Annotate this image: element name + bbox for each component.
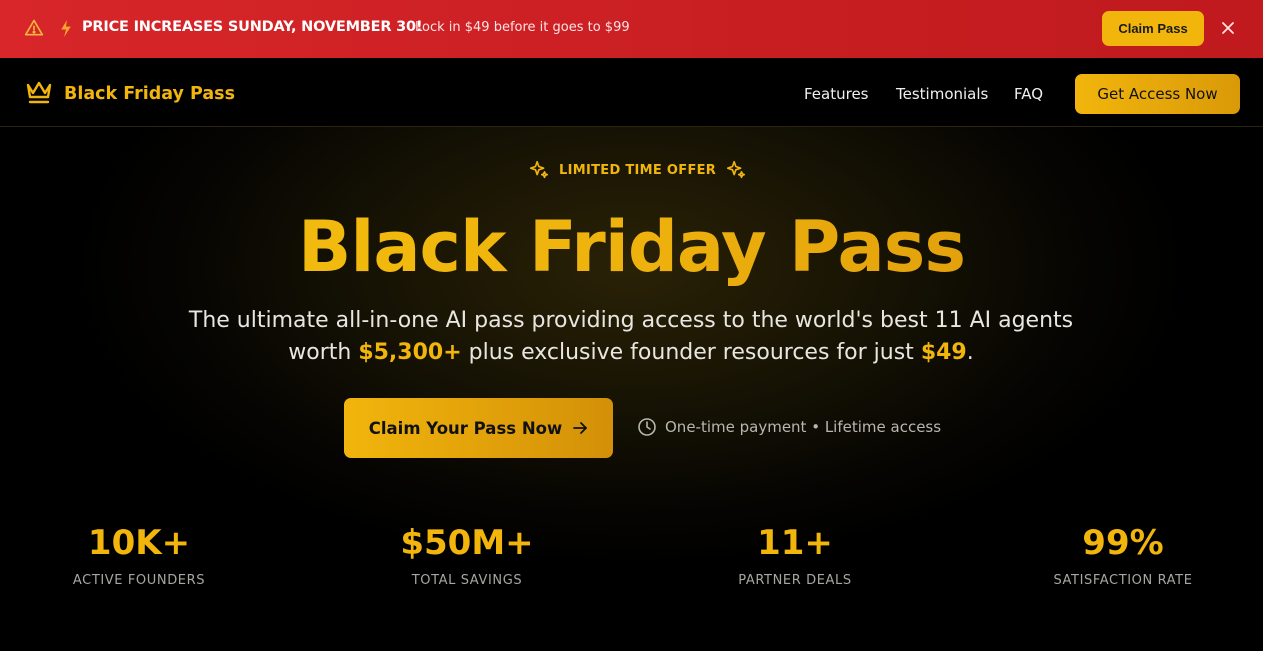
payment-note: One-time payment • Lifetime access [637,417,941,437]
promo-headline: PRICE INCREASES SUNDAY, NOVEMBER 30! [82,19,423,35]
hero-section: LIMITED TIME OFFER Black Friday Pass The… [0,127,1263,651]
warning-icon [24,19,44,36]
arrow-right-icon [573,422,588,434]
promo-subtext: Lock in $49 before it goes to $99 [415,20,630,35]
price-highlight: $49 [920,340,967,365]
stat-label: TOTAL SAVINGS [411,573,523,588]
stat-label: ACTIVE FOUNDERS [72,573,206,588]
top-nav: Black Friday Pass Features Testimonials … [0,58,1263,127]
stat-value: $50M+ [400,523,534,563]
stat-value: 99% [1082,523,1164,563]
get-access-button[interactable]: Get Access Now [1075,74,1240,114]
stat-total-savings: $50M+ TOTAL SAVINGS [337,523,597,588]
stat-satisfaction-rate: 99% SATISFACTION RATE [993,523,1253,588]
hero-title: Black Friday Pass [0,207,1263,287]
brand-name[interactable]: Black Friday Pass [64,84,235,104]
stat-label: SATISFACTION RATE [1053,573,1193,588]
payment-note-text: One-time payment • Lifetime access [665,418,942,436]
stat-value: 10K+ [87,523,191,563]
limited-offer-badge: LIMITED TIME OFFER [528,157,747,183]
crown-icon[interactable] [25,79,53,105]
clock-icon [638,418,656,436]
claim-pass-button[interactable]: Claim Pass [1102,11,1204,46]
claim-your-pass-button[interactable]: Claim Your Pass Now [344,398,613,458]
sparkles-icon [727,160,746,179]
nav-link-faq[interactable]: FAQ [1014,85,1043,103]
claim-your-pass-label: Claim Your Pass Now [368,418,563,438]
close-icon[interactable] [1220,20,1236,36]
bolt-icon [61,19,71,38]
stat-label: PARTNER DEALS [738,573,852,588]
nav-link-features[interactable]: Features [804,85,869,103]
stat-value: 11+ [757,523,833,563]
hero-description: The ultimate all-in-one AI pass providin… [188,308,1074,365]
sparkles-icon [529,160,549,179]
stat-active-founders: 10K+ ACTIVE FOUNDERS [9,523,269,588]
nav-link-testimonials[interactable]: Testimonials [896,85,988,103]
badge-label: LIMITED TIME OFFER [559,162,717,178]
stat-partner-deals: 11+ PARTNER DEALS [665,523,925,588]
value-highlight: $5,300+ [358,340,462,365]
promo-banner: PRICE INCREASES SUNDAY, NOVEMBER 30! Loc… [0,0,1263,58]
